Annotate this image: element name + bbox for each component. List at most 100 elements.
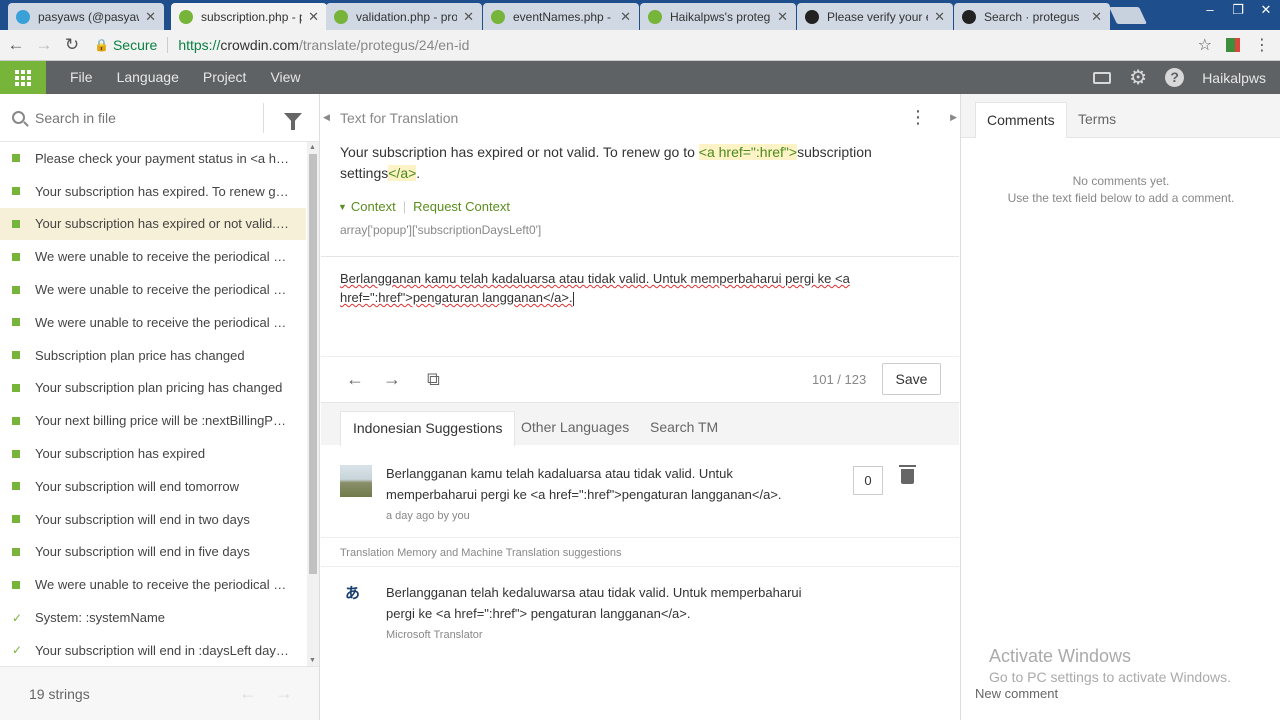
- extension-icon[interactable]: [1226, 38, 1240, 52]
- back-arrow-icon[interactable]: ←: [4, 35, 28, 55]
- maximize-icon[interactable]: ❐: [1224, 0, 1252, 20]
- context-toggle[interactable]: Context: [351, 199, 396, 214]
- source-menu-icon[interactable]: ⋮: [909, 108, 927, 126]
- string-list-item[interactable]: Subscription plan price has changed: [0, 339, 306, 372]
- suggestions-tabs: Indonesian Suggestions Other Languages S…: [321, 402, 959, 446]
- text-cursor: [572, 291, 574, 306]
- string-list-item[interactable]: ✓ System: :systemName: [0, 601, 306, 634]
- next-page-icon[interactable]: →: [275, 683, 293, 704]
- string-list-item[interactable]: Your subscription has expired: [0, 437, 306, 470]
- collapse-left-icon[interactable]: ◀: [323, 112, 330, 123]
- mt-suggestion-text[interactable]: Berlangganan telah kedaluwarsa atau tida…: [386, 582, 826, 624]
- new-comment-field[interactable]: New comment: [975, 686, 1058, 701]
- vote-count[interactable]: 0: [853, 466, 883, 495]
- windows-activation-watermark: Activate Windows Go to PC settings to ac…: [989, 646, 1231, 685]
- watermark-subtitle: Go to PC settings to activate Windows.: [989, 669, 1231, 685]
- browser-tab[interactable]: Please verify your e ✕: [797, 3, 953, 30]
- translation-textarea[interactable]: Berlangganan kamu telah kadaluarsa atau …: [340, 269, 900, 307]
- url-field[interactable]: 🔒 Secure https://crowdin.com/translate/p…: [94, 34, 1198, 57]
- status-dot-icon: [12, 580, 20, 589]
- source-text: Your subscription has expired or not val…: [340, 142, 900, 184]
- source-header: Text for Translation: [340, 110, 459, 126]
- scroll-down-icon[interactable]: ▼: [309, 657, 316, 664]
- tab-close-icon[interactable]: ✕: [620, 9, 631, 25]
- keyboard-icon[interactable]: [1093, 71, 1112, 84]
- menu-language[interactable]: Language: [105, 61, 191, 94]
- editor-panel: ◀ ▶ Text for Translation ⋮ Your subscrip…: [321, 94, 959, 720]
- url-host: crowdin.com: [220, 37, 299, 53]
- own-suggestion[interactable]: Berlangganan kamu telah kadaluarsa atau …: [321, 445, 959, 538]
- tab-other-languages[interactable]: Other Languages: [509, 411, 641, 446]
- scroll-up-icon[interactable]: ▲: [309, 144, 316, 151]
- apps-grid-button[interactable]: [0, 61, 46, 94]
- save-button[interactable]: Save: [882, 363, 941, 395]
- string-list-item[interactable]: We were unable to receive the periodical…: [0, 240, 306, 273]
- tab-close-icon[interactable]: ✕: [1091, 9, 1102, 25]
- menu-file[interactable]: File: [58, 61, 105, 94]
- next-string-icon[interactable]: →: [383, 369, 401, 390]
- scrollbar-thumb[interactable]: [309, 154, 317, 574]
- browser-menu-icon[interactable]: ⋮: [1254, 35, 1270, 55]
- strings-footer: 19 strings ← →: [0, 666, 319, 720]
- reload-icon[interactable]: ↻: [60, 35, 84, 55]
- browser-tab[interactable]: Search · protegus ✕: [954, 3, 1110, 30]
- comments-tabs: Comments Terms: [961, 94, 1280, 138]
- window-close-icon[interactable]: ✕: [1252, 0, 1280, 20]
- search-input[interactable]: [35, 109, 255, 126]
- string-list-item-text: Your next billing price will be :nextBil…: [35, 413, 290, 429]
- string-list-item[interactable]: Your subscription plan pricing has chang…: [0, 372, 306, 405]
- string-list-item[interactable]: We were unable to receive the periodical…: [0, 306, 306, 339]
- string-list-item[interactable]: Your subscription will end in five days: [0, 536, 306, 569]
- collapse-right-icon[interactable]: ▶: [950, 112, 957, 123]
- tab-close-icon[interactable]: ✕: [777, 9, 788, 25]
- menu-view[interactable]: View: [258, 61, 312, 94]
- string-list-item[interactable]: Your subscription has expired or not val…: [0, 207, 306, 241]
- username[interactable]: Haikalpws: [1202, 70, 1266, 86]
- string-list-item[interactable]: ✓ Your subscription will end in :daysLeft…: [0, 634, 306, 666]
- forward-arrow-icon[interactable]: →: [32, 35, 56, 55]
- status-dot-icon: [12, 383, 20, 392]
- filter-icon[interactable]: [284, 112, 302, 130]
- string-list-item[interactable]: We were unable to receive the periodical…: [0, 568, 306, 601]
- tab-search-tm[interactable]: Search TM: [638, 411, 730, 446]
- string-list-item[interactable]: Your subscription will end tomorrow: [0, 470, 306, 503]
- copy-source-icon[interactable]: ⧉: [427, 369, 440, 390]
- bookmark-star-icon[interactable]: ☆: [1198, 35, 1212, 55]
- tab-close-icon[interactable]: ✕: [308, 9, 319, 25]
- string-list-item-text: Your subscription has expired: [35, 446, 206, 462]
- string-list-item[interactable]: Your subscription has expired. To renew …: [0, 175, 306, 208]
- string-list-item[interactable]: Please check your payment status in <a h…: [0, 142, 306, 175]
- menu-project[interactable]: Project: [191, 61, 259, 94]
- browser-tab[interactable]: subscription.php - p ✕: [171, 3, 327, 30]
- previous-string-icon[interactable]: ←: [346, 369, 364, 390]
- gear-icon[interactable]: ⚙: [1129, 65, 1147, 90]
- browser-tab-title: eventNames.php - p: [513, 9, 615, 24]
- string-list-item[interactable]: Your next billing price will be :nextBil…: [0, 404, 306, 437]
- tab-terms[interactable]: Terms: [1067, 102, 1127, 138]
- minimize-icon[interactable]: –: [1196, 0, 1224, 20]
- status-dot-icon: [12, 285, 20, 294]
- trash-icon[interactable]: [899, 465, 916, 484]
- page-arrows: ← →: [239, 683, 293, 704]
- browser-tabstrip: pasyaws (@pasyaws✕subscription.php - p✕v…: [0, 0, 1280, 30]
- browser-tab[interactable]: eventNames.php - p ✕: [483, 3, 639, 30]
- string-list-item[interactable]: We were unable to receive the periodical…: [0, 273, 306, 306]
- url-protocol: https://: [178, 37, 221, 53]
- help-icon[interactable]: ?: [1165, 68, 1185, 87]
- tab-indonesian-suggestions[interactable]: Indonesian Suggestions: [340, 411, 516, 446]
- string-list-item[interactable]: Your subscription will end in two days: [0, 503, 306, 536]
- status-dot-icon: [12, 416, 20, 425]
- tab-comments[interactable]: Comments: [975, 102, 1067, 138]
- tab-close-icon[interactable]: ✕: [463, 9, 474, 25]
- browser-tab[interactable]: validation.php - pro ✕: [326, 3, 482, 30]
- status-dot-icon: [12, 252, 20, 261]
- browser-tab[interactable]: pasyaws (@pasyaws ✕: [8, 3, 164, 30]
- caret-down-icon: ▼: [338, 201, 347, 212]
- browser-tab[interactable]: Haikalpws's proteg ✕: [640, 3, 796, 30]
- tab-close-icon[interactable]: ✕: [145, 9, 156, 25]
- prev-page-icon[interactable]: ←: [239, 683, 257, 704]
- strings-scrollbar[interactable]: ▲ ▼: [307, 142, 319, 666]
- request-context-link[interactable]: Request Context: [413, 199, 510, 214]
- browser-tab-title: validation.php - pro: [356, 9, 458, 24]
- tab-close-icon[interactable]: ✕: [934, 9, 945, 25]
